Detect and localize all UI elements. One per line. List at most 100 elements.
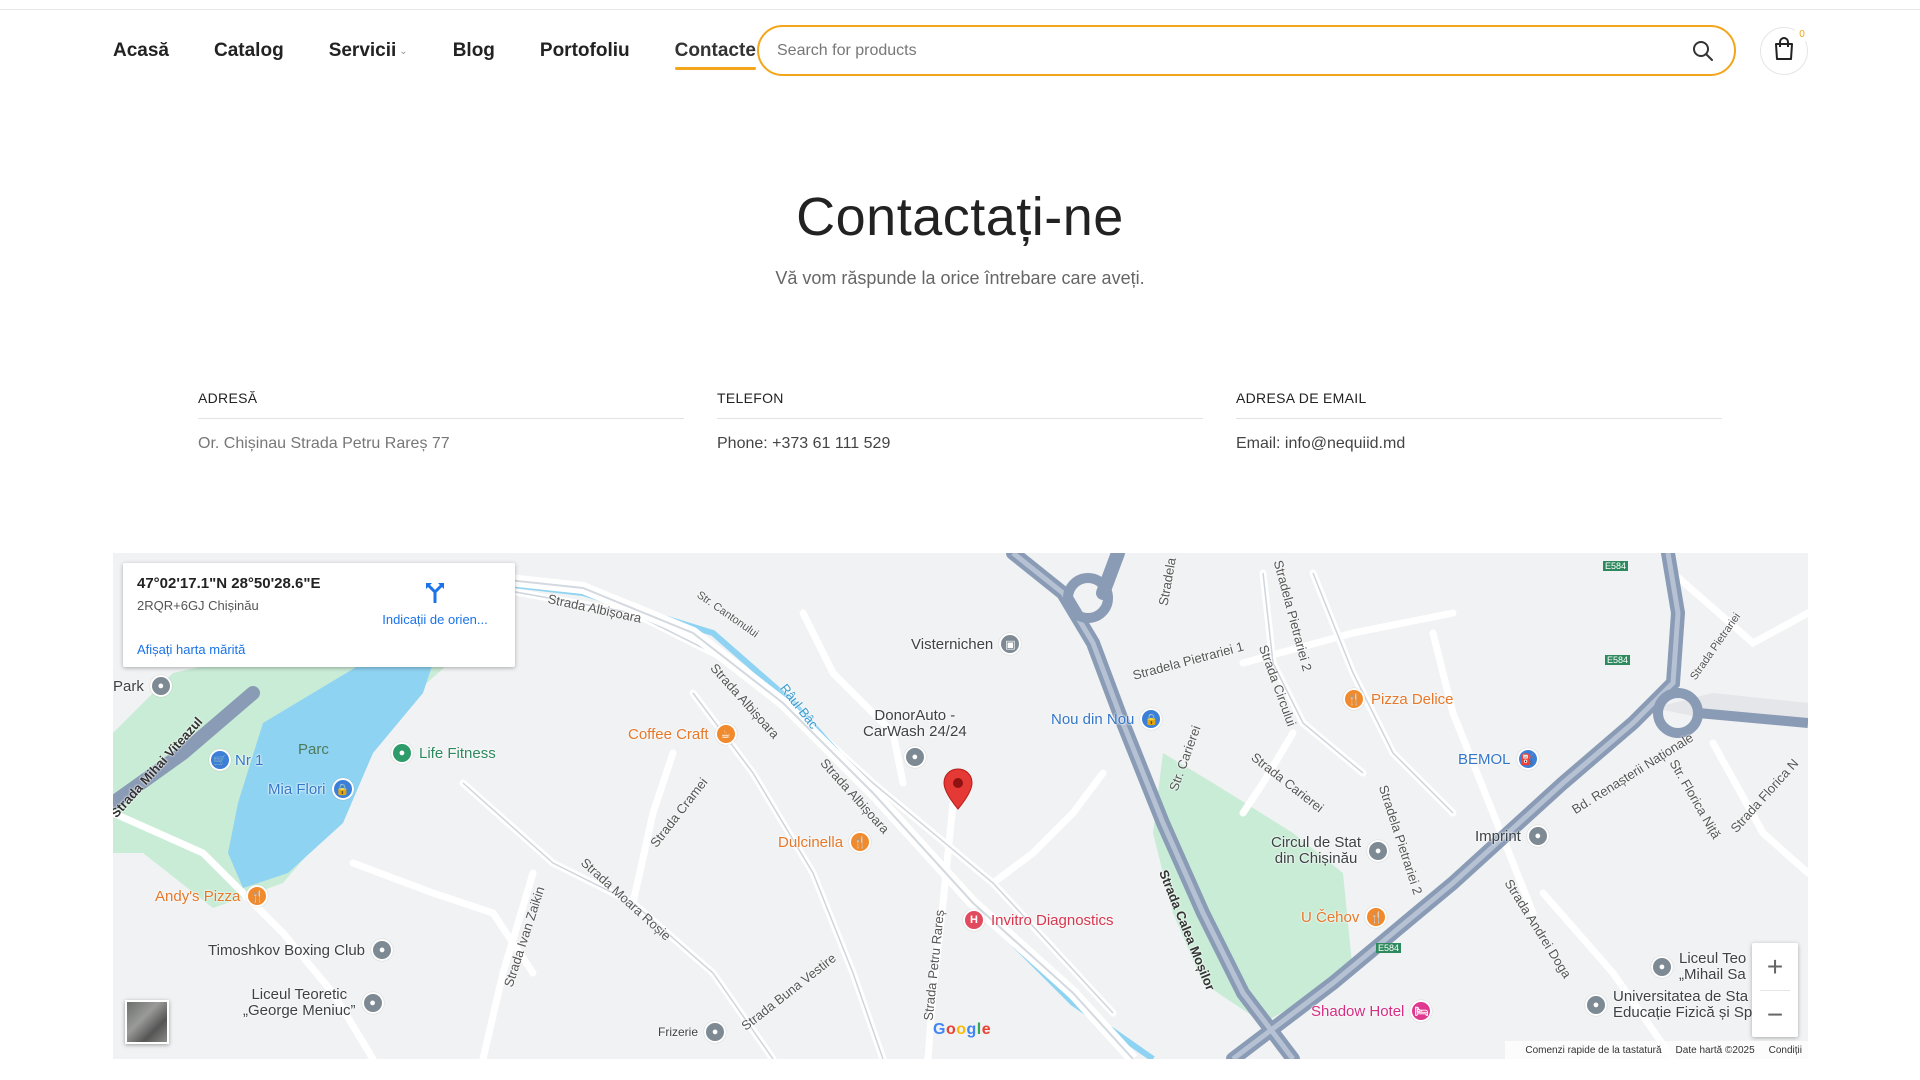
poi-label: Shadow Hotel <box>1311 1002 1405 1020</box>
directions-button[interactable]: Indicații de orien... <box>375 581 495 627</box>
poi-nou-din-nou[interactable]: Nou din Nou 🔒 <box>1051 708 1163 730</box>
place-icon: ● <box>704 1021 727 1043</box>
nav-item-portofoliu[interactable]: Portofoliu <box>540 40 630 62</box>
poi-park[interactable]: Park ● <box>113 675 172 697</box>
google-map[interactable]: Strada Albișoara Strada Albișoara Strada… <box>113 553 1808 1059</box>
cafe-icon: ☕ <box>714 723 737 745</box>
keyboard-shortcuts-link[interactable]: Comenzi rapide de la tastatură <box>1525 1045 1661 1056</box>
search-input[interactable] <box>777 41 1690 60</box>
car-wash-icon: ● <box>903 746 926 768</box>
nav-item-contacte[interactable]: Contacte <box>674 40 757 70</box>
poi-label: Invitro Diagnostics <box>991 911 1114 929</box>
poi-bemol[interactable]: BEMOL ⛽ <box>1458 748 1539 770</box>
poi-visternichen[interactable]: Visternichen ▣ <box>911 633 1022 655</box>
poi-label-group: Universitatea de Sta Educație Fizică și S… <box>1613 989 1752 1021</box>
nav-item-servicii[interactable]: Servicii ⌄ <box>329 40 408 62</box>
restaurant-icon: 🍴 <box>1343 688 1365 710</box>
map-info-card: 47°02'17.1"N 28°50'28.6"E 2RQR+6GJ Chiși… <box>123 563 515 667</box>
place-icon: ● <box>371 939 394 961</box>
poi-coffee-craft[interactable]: Coffee Craft ☕ <box>628 723 737 745</box>
poi-label: Visternichen <box>911 635 994 653</box>
poi-label: Coffee Craft <box>628 725 709 743</box>
nav-item-catalog[interactable]: Catalog <box>214 40 284 62</box>
poi-label: Nr 1 <box>235 751 264 769</box>
poi-u-cehov[interactable]: U Čehov 🍴 <box>1301 906 1388 928</box>
email-value[interactable]: Email: info@nequiid.md <box>1236 435 1722 453</box>
page-title: Contactați-ne <box>796 187 1124 247</box>
directions-icon <box>424 583 446 607</box>
poi-pizza-delice[interactable]: 🍴 Pizza Delice <box>1343 688 1454 710</box>
bus-stop-icon: ▣ <box>999 633 1022 655</box>
poi-label: Liceul Teo <box>1679 950 1747 967</box>
phone-value[interactable]: Phone: +373 61 111 529 <box>717 435 1203 453</box>
poi-label: U Čehov <box>1301 908 1360 926</box>
restaurant-icon: 🍴 <box>246 885 269 907</box>
google-logo: Google <box>933 1021 992 1038</box>
poi-label: Mia Flori <box>268 780 326 798</box>
address-value: Or. Chișinau Strada Petru Rareș 77 <box>198 435 450 452</box>
poi-label: „Mihail Sa <box>1679 966 1746 983</box>
poi-timoshkov[interactable]: Timoshkov Boxing Club ● <box>208 939 394 961</box>
nav-item-blog[interactable]: Blog <box>453 40 495 62</box>
poi-liceul-george[interactable]: Liceul Teoretic „George Meniuc” ● <box>243 987 384 1019</box>
location-pin-icon[interactable] <box>943 768 973 815</box>
poi-label: din Chișinău <box>1274 850 1358 867</box>
address-label: ADRESĂ <box>198 390 684 419</box>
nav-item-servicii-label: Servicii <box>328 40 397 61</box>
search-icon[interactable] <box>1690 38 1716 64</box>
map-footer: Comenzi rapide de la tastatură Date hart… <box>1505 1041 1808 1059</box>
poi-mia-flori[interactable]: Mia Flori 🔒 <box>268 778 354 800</box>
route-badge: E584 <box>1605 655 1631 665</box>
poi-label: Park <box>113 677 144 695</box>
poi-label: Frizerie <box>658 1025 699 1039</box>
chevron-down-icon: ⌄ <box>399 45 408 57</box>
poi-label: Nou din Nou <box>1051 710 1135 728</box>
poi-label: Andy's Pizza <box>155 887 241 905</box>
nav-item-acasa[interactable]: Acasă <box>113 40 169 62</box>
poi-life-fitness[interactable]: ● Life Fitness <box>391 742 496 764</box>
poi-frizerie[interactable]: Frizerie ● <box>658 1021 727 1043</box>
restaurant-icon: 🍴 <box>849 831 872 853</box>
email-block: ADRESA DE EMAIL Email: info@nequiid.md <box>1236 390 1722 453</box>
poi-donorauto[interactable]: DonorAuto - CarWash 24/24 ● <box>863 708 967 768</box>
poi-label: Pizza Delice <box>1371 690 1454 708</box>
poi-label-group: Circul de Stat din Chișinău <box>1271 835 1361 867</box>
search-bar <box>757 25 1736 76</box>
poi-dulcinella[interactable]: Dulcinella 🍴 <box>778 831 872 853</box>
hospital-icon: H <box>963 909 985 931</box>
phone-block: TELEFON Phone: +373 61 111 529 <box>717 390 1203 453</box>
place-icon: ● <box>1367 840 1390 862</box>
poi-label: CarWash 24/24 <box>863 723 967 740</box>
gas-station-icon: ⛽ <box>1516 748 1539 770</box>
poi-label: DonorAuto - <box>874 707 956 724</box>
place-icon: ● <box>1526 825 1549 847</box>
poi-andys-pizza[interactable]: Andy's Pizza 🍴 <box>155 885 269 907</box>
poi-label: Circul de Stat <box>1271 834 1362 851</box>
poi-label: Universitatea de Sta <box>1613 988 1749 1005</box>
shopping-bag-icon <box>1773 36 1795 66</box>
area-label-parc: Parc <box>298 741 329 758</box>
poi-label: Dulcinella <box>778 833 844 851</box>
satellite-layer-toggle[interactable] <box>125 1000 169 1044</box>
route-badge: E584 <box>1603 561 1629 571</box>
hotel-icon: 🛏 <box>1410 1000 1433 1022</box>
directions-label: Indicații de orien... <box>382 612 488 627</box>
poi-universitatea[interactable]: ● Universitatea de Sta Educație Fizică și … <box>1585 989 1752 1021</box>
poi-label: Life Fitness <box>419 744 496 762</box>
poi-imprint[interactable]: Imprint ● <box>1475 825 1549 847</box>
poi-invitro[interactable]: H Invitro Diagnostics <box>963 909 1114 931</box>
email-label: ADRESA DE EMAIL <box>1236 390 1722 419</box>
zoom-out-button[interactable]: − <box>1752 991 1798 1038</box>
poi-nr1[interactable]: 🛒 Nr 1 <box>209 749 263 771</box>
terms-link[interactable]: Condiții <box>1769 1045 1802 1056</box>
poi-liceul-teo[interactable]: ● Liceul Teo „Mihail Sa <box>1651 951 1746 983</box>
poi-label: „George Meniuc” <box>243 1002 356 1019</box>
poi-circul[interactable]: Circul de Stat din Chișinău ● <box>1271 835 1390 867</box>
zoom-in-button[interactable]: + <box>1752 943 1798 990</box>
place-icon: ● <box>149 675 172 697</box>
view-larger-map-link[interactable]: Afișați harta mărită <box>137 642 245 657</box>
poi-shadow-hotel[interactable]: Shadow Hotel 🛏 <box>1311 1000 1433 1022</box>
map-data-text: Date hartă ©2025 <box>1675 1044 1755 1056</box>
route-badge: E584 <box>1376 943 1402 953</box>
gym-icon: ● <box>391 742 413 764</box>
